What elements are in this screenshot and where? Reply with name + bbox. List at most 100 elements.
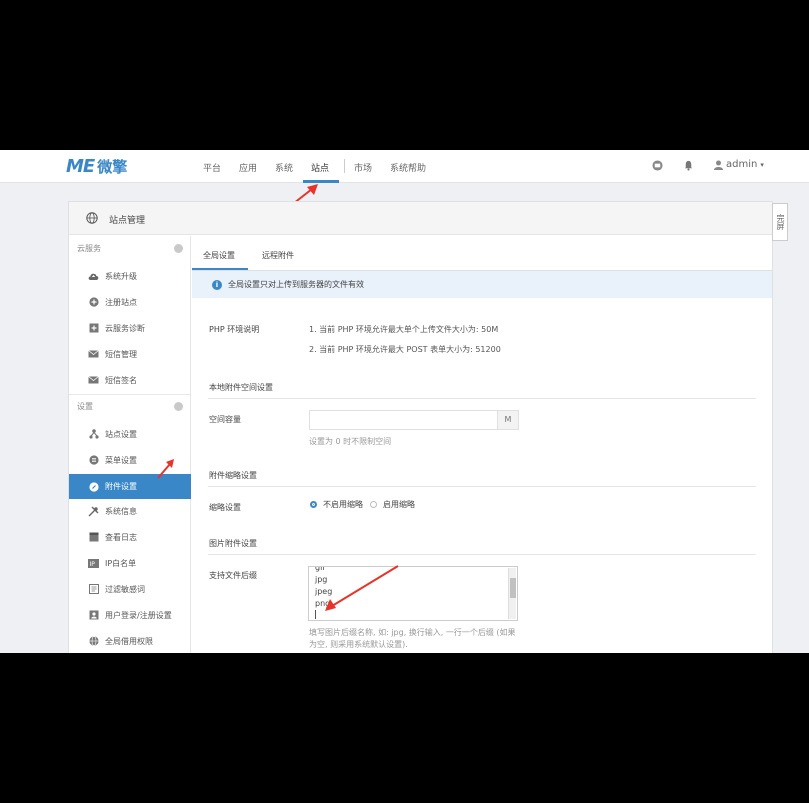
nav-site[interactable]: 站点	[311, 161, 329, 174]
sidebar-item-ip-whitelist[interactable]: IP IP白名单	[69, 551, 191, 575]
nav-help[interactable]: 系统帮助	[390, 161, 426, 174]
app-screen: ME 微擎 平台 应用 系统 站点 市场 系统帮助 admin ▾ 站点管理 云…	[0, 150, 809, 653]
sidebar-item-sms[interactable]: 短信管理	[69, 342, 191, 366]
group-divider	[208, 486, 756, 487]
sidebar-item-register[interactable]: 注册站点	[69, 290, 191, 314]
radio-label: 启用缩略	[383, 500, 415, 509]
thumb-setting-label: 缩略设置	[209, 503, 241, 512]
brand-logo[interactable]: ME 微擎	[66, 155, 128, 177]
user-name: admin	[726, 159, 758, 170]
plus-square-icon	[88, 323, 99, 334]
info-notice: i 全局设置只对上传到服务器的文件有效	[192, 271, 772, 298]
svg-text:IP: IP	[90, 561, 96, 568]
text-caret	[315, 610, 316, 619]
sidebar-item-sms-sign[interactable]: 短信签名	[69, 368, 191, 392]
globe-icon	[88, 636, 99, 647]
radio-checked-icon	[310, 501, 317, 508]
sidebar: 云服务 系统升级 注册站点 云服务诊断 短信管理 短信签名 设置 站点设置 菜单…	[69, 236, 191, 653]
thumb-enable-radio[interactable]: 启用缩略	[370, 499, 415, 510]
sidebar-item-label: 全局借用权限	[105, 636, 153, 646]
paperclip-icon	[88, 481, 99, 492]
log-icon	[88, 532, 99, 543]
logo-mark: ME	[66, 155, 95, 177]
main-content: 全局设置 远程附件 i 全局设置只对上传到服务器的文件有效 PHP 环境说明 1…	[192, 236, 772, 653]
sidebar-item-filter-words[interactable]: 过滤敏感词	[69, 577, 191, 601]
sidebar-item-label: 查看日志	[105, 532, 137, 542]
list-icon	[88, 455, 99, 466]
user-icon	[88, 610, 99, 621]
textarea-scrollbar[interactable]	[508, 568, 516, 619]
sidebar-item-site-settings[interactable]: 站点设置	[69, 422, 191, 446]
sidebar-item-global-permission[interactable]: 全局借用权限	[69, 629, 191, 653]
panel-title: 站点管理	[109, 216, 146, 226]
panel-header: 站点管理	[69, 202, 772, 235]
nav-divider	[344, 159, 345, 173]
nav-market[interactable]: 市场	[354, 161, 372, 174]
collapse-icon[interactable]	[174, 244, 183, 253]
group-divider	[208, 398, 756, 399]
fullscreen-tab[interactable]: 完屏	[772, 203, 788, 241]
user-icon	[714, 160, 723, 170]
file-ext-hint-line1: 填写图片后缀名称, 如: jpg, 换行输入, 一行一个后缀 (如果	[309, 628, 516, 637]
collapse-icon[interactable]	[174, 402, 183, 411]
sidebar-item-label: 短信签名	[105, 375, 137, 385]
section-title: 云服务	[77, 244, 101, 253]
tab-global-settings[interactable]: 全局设置	[203, 250, 235, 261]
sidebar-item-label: 系统信息	[105, 506, 137, 516]
notice-text: 全局设置只对上传到服务器的文件有效	[228, 280, 364, 289]
local-space-group-title: 本地附件空间设置	[209, 383, 273, 392]
radio-label: 不启用缩略	[323, 500, 363, 509]
sidebar-item-label: 过滤敏感词	[105, 584, 145, 594]
sidebar-item-system-info[interactable]: 系统信息	[69, 499, 191, 523]
space-unit-addon: M	[497, 410, 519, 430]
radio-unchecked-icon	[370, 501, 377, 508]
ip-icon: IP	[88, 558, 99, 569]
globe-icon	[86, 212, 98, 224]
space-capacity-input[interactable]	[309, 410, 498, 430]
caret-down-icon: ▾	[760, 160, 764, 169]
sidebar-item-label: 附件设置	[105, 482, 137, 491]
sitemap-icon	[88, 429, 99, 440]
space-capacity-hint: 设置为 0 时不限制空间	[309, 437, 392, 446]
filter-icon	[88, 584, 99, 595]
tools-icon	[88, 506, 99, 517]
logo-name: 微擎	[97, 157, 128, 176]
user-menu[interactable]: admin ▾	[714, 159, 764, 170]
nav-platform[interactable]: 平台	[203, 161, 221, 174]
plus-circle-icon	[88, 297, 99, 308]
site-management-panel: 站点管理 云服务 系统升级 注册站点 云服务诊断 短信管理 短信签名 设置 站点…	[68, 201, 773, 653]
envelope-icon	[88, 349, 99, 360]
sidebar-section-cloud[interactable]: 云服务	[69, 238, 191, 260]
php-env-line2: 2. 当前 PHP 环境允许最大 POST 表单大小为: 51200	[309, 345, 501, 354]
thumb-disable-radio[interactable]: 不启用缩略	[310, 499, 363, 510]
nav-apps[interactable]: 应用	[239, 161, 257, 174]
info-icon: i	[212, 279, 222, 290]
sidebar-divider	[69, 394, 191, 395]
tab-remote-attachment[interactable]: 远程附件	[262, 250, 294, 261]
sidebar-item-label: 注册站点	[105, 297, 137, 307]
message-icon[interactable]	[652, 160, 663, 171]
image-group-title: 图片附件设置	[209, 539, 257, 548]
nav-system[interactable]: 系统	[275, 161, 293, 174]
sidebar-section-settings[interactable]: 设置	[69, 396, 191, 418]
sidebar-item-label: 菜单设置	[105, 455, 137, 465]
bell-icon[interactable]	[683, 160, 694, 171]
cloud-up-icon	[88, 271, 99, 282]
sidebar-item-label: 云服务诊断	[105, 323, 145, 333]
sidebar-item-label: IP白名单	[105, 558, 137, 568]
php-env-line1: 1. 当前 PHP 环境允许最大单个上传文件大小为: 50M	[309, 325, 499, 334]
file-ext-label: 支持文件后缀	[209, 571, 257, 580]
sidebar-item-label: 短信管理	[105, 349, 137, 359]
sidebar-item-diagnose[interactable]: 云服务诊断	[69, 316, 191, 340]
annotation-arrow-icon	[325, 565, 399, 611]
sidebar-item-label: 用户登录/注册设置	[105, 610, 172, 620]
scrollbar-thumb[interactable]	[510, 578, 516, 598]
section-title: 设置	[77, 402, 93, 411]
php-env-label: PHP 环境说明	[209, 325, 260, 334]
envelope-icon	[88, 375, 99, 386]
sidebar-item-label: 系统升级	[105, 271, 137, 281]
sidebar-item-user-login[interactable]: 用户登录/注册设置	[69, 603, 191, 627]
sidebar-item-upgrade[interactable]: 系统升级	[69, 264, 191, 288]
space-capacity-label: 空间容量	[209, 415, 241, 424]
sidebar-item-logs[interactable]: 查看日志	[69, 525, 191, 549]
